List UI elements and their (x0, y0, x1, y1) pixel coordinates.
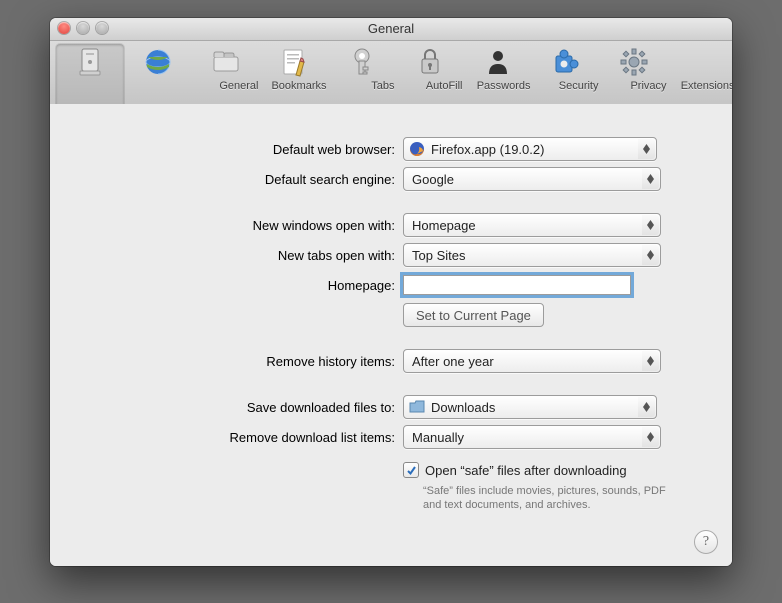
zoom-window-button[interactable] (96, 22, 108, 34)
default-search-value: Google (412, 172, 454, 187)
bookmarks-icon (142, 46, 174, 78)
toolbar-tab-tabs[interactable]: Tabs (192, 44, 260, 108)
toolbar-tab-privacy[interactable]: Privacy (464, 44, 532, 108)
safe-files-help-text: “Safe” files include movies, pictures, s… (423, 484, 683, 512)
toolbar-tab-security[interactable]: Security (396, 44, 464, 108)
folder-icon (408, 398, 426, 416)
passwords-icon (346, 46, 378, 78)
new-windows-value: Homepage (412, 218, 476, 233)
remove-downloads-value: Manually (412, 430, 464, 445)
default-browser-select[interactable]: Firefox.app (19.0.2) (403, 137, 657, 161)
preferences-body: Default web browser: Firefox.app (19.0.2… (50, 104, 732, 566)
titlebar: General (50, 18, 732, 41)
tabs-icon (210, 46, 242, 78)
default-browser-label: Default web browser: (50, 142, 403, 157)
preferences-toolbar: General Bookmarks Tabs AutoFill Password… (50, 41, 732, 109)
toolbar-tab-bookmarks[interactable]: Bookmarks (124, 44, 192, 108)
new-tabs-value: Top Sites (412, 248, 465, 263)
save-downloads-value: Downloads (431, 400, 495, 415)
dropdown-arrows-icon (638, 139, 655, 159)
toolbar-tab-autofill[interactable]: AutoFill (260, 44, 328, 108)
default-search-label: Default search engine: (50, 172, 403, 187)
toolbar-label: Advanced (458, 80, 733, 92)
remove-downloads-select[interactable]: Manually (403, 425, 661, 449)
homepage-label: Homepage: (50, 278, 403, 293)
new-tabs-label: New tabs open with: (50, 248, 403, 263)
homepage-input[interactable] (403, 275, 631, 295)
default-browser-value: Firefox.app (19.0.2) (431, 142, 544, 157)
general-icon (74, 46, 106, 78)
toolbar-tab-general[interactable]: General (56, 44, 124, 108)
window-title: General (50, 18, 732, 40)
save-downloads-label: Save downloaded files to: (50, 400, 403, 415)
toolbar-tab-extensions[interactable]: Extensions (532, 44, 600, 108)
default-search-select[interactable]: Google (403, 167, 661, 191)
security-icon (414, 46, 446, 78)
new-windows-select[interactable]: Homepage (403, 213, 661, 237)
advanced-icon (618, 46, 650, 78)
new-tabs-select[interactable]: Top Sites (403, 243, 661, 267)
remove-downloads-label: Remove download list items: (50, 430, 403, 445)
autofill-icon (278, 46, 310, 78)
checkbox-check-icon (403, 462, 419, 478)
remove-history-value: After one year (412, 354, 494, 369)
minimize-window-button[interactable] (77, 22, 89, 34)
toolbar-tab-advanced[interactable]: Advanced (600, 44, 668, 108)
dropdown-arrows-icon (638, 397, 655, 417)
firefox-icon (408, 140, 426, 158)
set-current-page-button[interactable]: Set to Current Page (403, 303, 544, 327)
open-safe-files-checkbox[interactable]: Open “safe” files after downloading (403, 462, 667, 478)
dropdown-arrows-icon (642, 245, 659, 265)
privacy-icon (482, 46, 514, 78)
window-controls (58, 22, 108, 34)
dropdown-arrows-icon (642, 351, 659, 371)
remove-history-label: Remove history items: (50, 354, 403, 369)
dropdown-arrows-icon (642, 215, 659, 235)
new-windows-label: New windows open with: (50, 218, 403, 233)
close-window-button[interactable] (58, 22, 70, 34)
save-downloads-select[interactable]: Downloads (403, 395, 657, 419)
help-button[interactable]: ? (694, 530, 718, 554)
dropdown-arrows-icon (642, 427, 659, 447)
toolbar-tab-passwords[interactable]: Passwords (328, 44, 396, 108)
dropdown-arrows-icon (642, 169, 659, 189)
preferences-window: General General Bookmarks Tabs AutoFill (50, 18, 732, 566)
open-safe-files-label: Open “safe” files after downloading (425, 463, 627, 478)
extensions-icon (550, 46, 582, 78)
remove-history-select[interactable]: After one year (403, 349, 661, 373)
